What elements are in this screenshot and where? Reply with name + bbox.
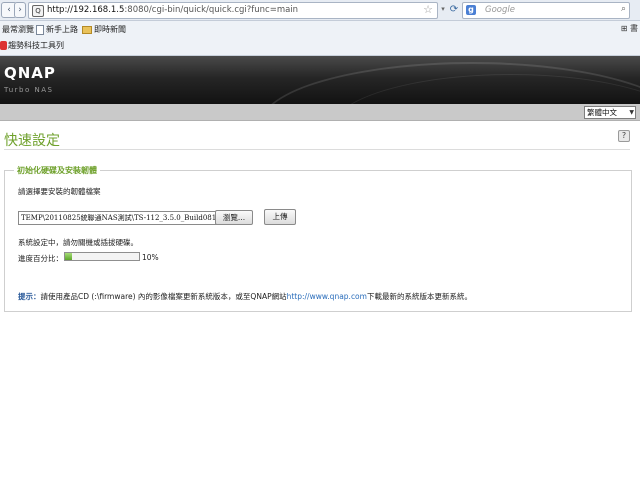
help-icon[interactable]: ? bbox=[618, 130, 630, 142]
url-text: http://192.168.1.5:8080/cgi-bin/quick/qu… bbox=[47, 5, 299, 15]
tip-label: 提示： bbox=[18, 292, 41, 301]
bookmarks-bar: 最常瀏覽 新手上路 即時新聞 ⊞ 書 bbox=[0, 21, 640, 37]
bookmark-star-icon[interactable]: ☆ bbox=[423, 3, 433, 16]
product-subtitle: Turbo NAS bbox=[4, 86, 54, 94]
bookmark-most-visited[interactable]: 最常瀏覽 bbox=[2, 24, 34, 35]
url-dropdown-icon[interactable]: ▾ bbox=[438, 3, 448, 16]
refresh-icon[interactable]: ⟳ bbox=[448, 3, 460, 16]
progress-percent: 10% bbox=[142, 253, 159, 262]
tip-tail: 下載最新的系統版本更新系統。 bbox=[366, 292, 472, 301]
tip-text: 提示：請使用產品CD (:\firmware) 內的影像檔案更新系統版本，或至Q… bbox=[18, 291, 472, 302]
progress-bar bbox=[64, 252, 140, 261]
url-field[interactable]: Q http://192.168.1.5:8080/cgi-bin/quick/… bbox=[28, 2, 438, 19]
section-title: 初始化硬碟及安裝韌體 bbox=[14, 165, 100, 176]
instruction-text: 請選擇要安裝的韌體檔案 bbox=[18, 187, 101, 196]
bookmark-latest-news[interactable]: 即時新聞 bbox=[82, 24, 126, 35]
bookmarks-menu-icon[interactable]: ⊞ 書 bbox=[621, 23, 638, 34]
page-icon bbox=[36, 24, 44, 35]
progress-fill bbox=[65, 253, 73, 260]
qnap-website-link[interactable]: http://www.qnap.com bbox=[287, 292, 367, 301]
qnap-logo: QNAP bbox=[4, 64, 56, 82]
status-message: 系統設定中，請勿關機或插拔硬碟。 bbox=[18, 238, 138, 247]
language-bar: 繁體中文 ▼ bbox=[0, 104, 640, 121]
forward-icon[interactable]: › bbox=[14, 2, 26, 18]
qnap-header: QNAP Turbo NAS bbox=[0, 56, 640, 104]
extension-toolbar: 趨勢科技工具列 bbox=[0, 37, 640, 56]
search-input[interactable]: g Google ⌕ bbox=[462, 2, 630, 19]
search-icon[interactable]: ⌕ bbox=[621, 4, 626, 14]
site-favicon-icon: Q bbox=[32, 5, 44, 17]
upload-button[interactable]: 上傳 bbox=[264, 209, 296, 225]
search-placeholder: Google bbox=[485, 5, 515, 15]
language-select[interactable]: 繁體中文 ▼ bbox=[584, 106, 636, 119]
tip-body: 請使用產品CD (:\firmware) 內的影像檔案更新系統版本，或至QNAP… bbox=[40, 292, 287, 301]
extension-menu[interactable]: 趨勢科技工具列 bbox=[8, 40, 64, 51]
firmware-file-input[interactable]: TEMP\20110825統聯通NAS測試\TS-112_3.5.0_Build… bbox=[18, 211, 218, 225]
browse-button[interactable]: 瀏覽... bbox=[215, 210, 253, 225]
google-icon[interactable]: g bbox=[466, 5, 476, 15]
bookmark-getting-started[interactable]: 新手上路 bbox=[36, 24, 78, 35]
browser-address-bar: ‹ › Q http://192.168.1.5:8080/cgi-bin/qu… bbox=[0, 0, 640, 21]
page-title: 快速設定 bbox=[4, 133, 60, 149]
chevron-down-icon: ▼ bbox=[629, 109, 634, 116]
trend-micro-icon bbox=[0, 41, 7, 50]
rss-folder-icon bbox=[82, 26, 92, 34]
divider bbox=[4, 149, 630, 150]
progress-label: 進度百分比： bbox=[18, 254, 63, 263]
